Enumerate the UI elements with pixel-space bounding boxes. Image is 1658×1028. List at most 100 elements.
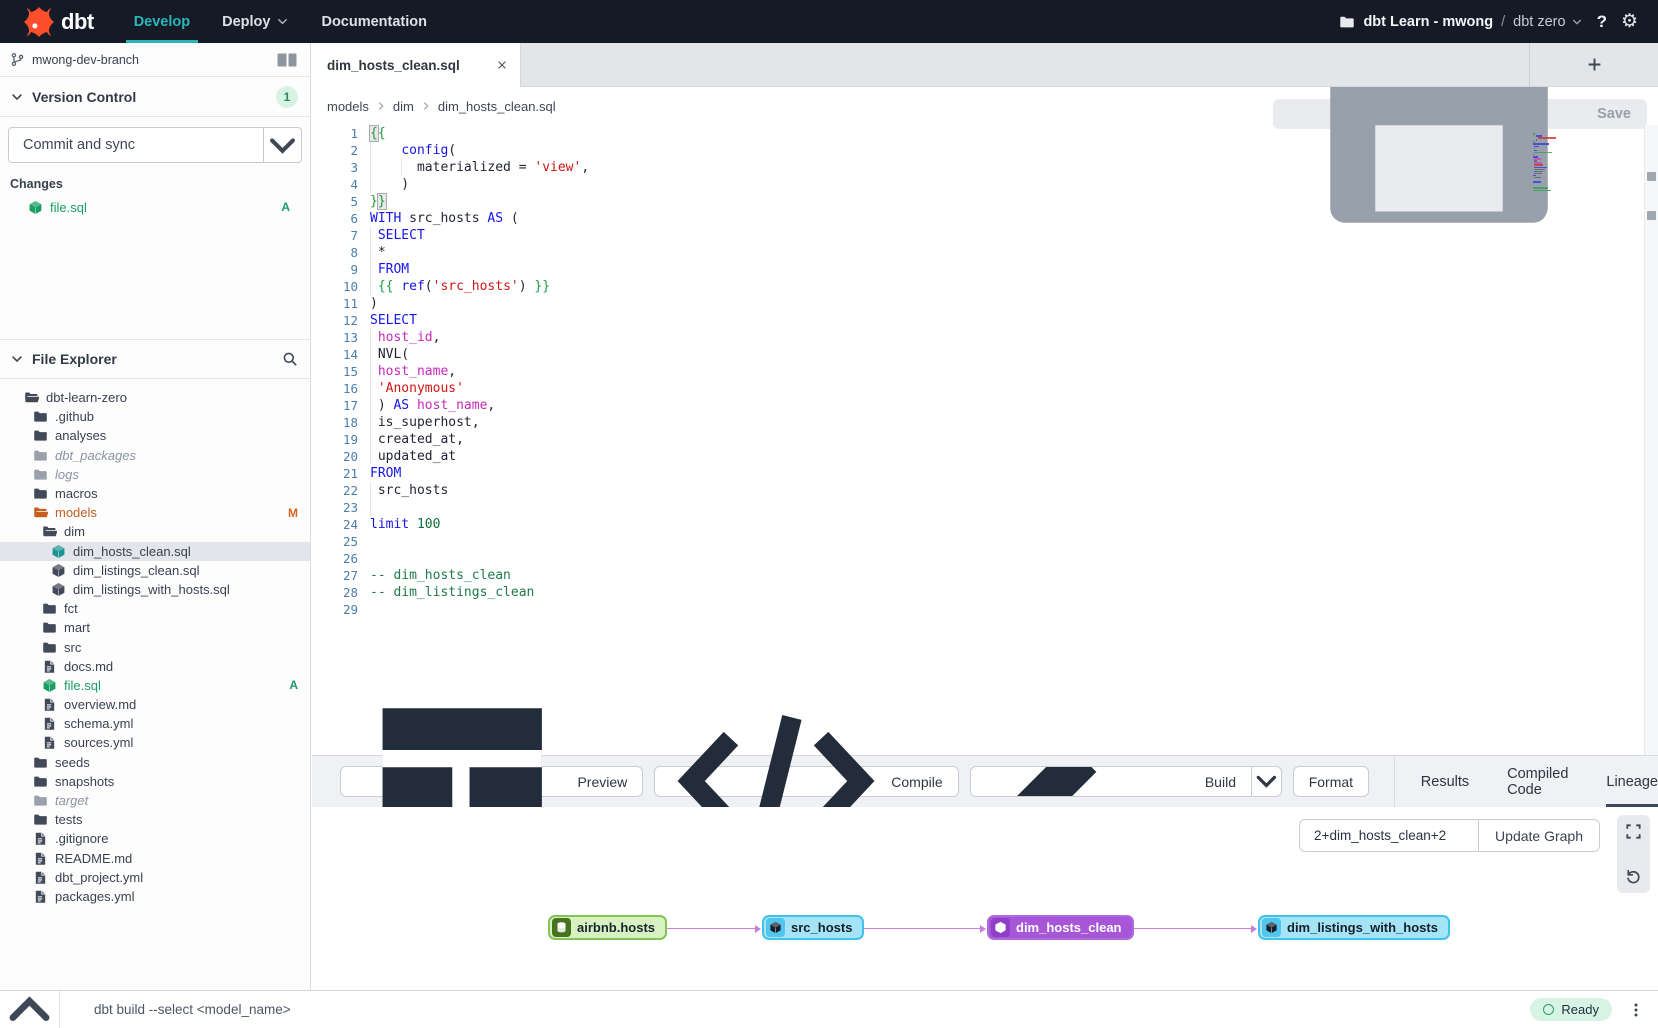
compile-button[interactable]: Compile [654,766,958,797]
tree-item-dbt-packages[interactable]: dbt_packages [0,446,310,465]
preview-button[interactable]: Preview [340,766,643,797]
git-status-badge: A [289,678,298,692]
tab-lineage[interactable]: Lineage [1606,756,1658,807]
breadcrumb-models[interactable]: models [327,99,369,114]
folder-icon [42,601,57,616]
tree-item-label: .gitignore [55,831,108,846]
line-number: 25 [312,533,358,550]
tree-item-fct[interactable]: fct [0,599,310,618]
close-icon[interactable] [496,59,508,71]
lineage-graph[interactable]: airbnb.hosts src_hosts dim_hosts_clean dim_… [312,807,1658,990]
editor-scrollbar[interactable] [1644,125,1658,755]
tree-item-docs-md[interactable]: docs.md [0,657,310,676]
line-number: 7 [312,227,358,244]
tree-item-mart[interactable]: mart [0,618,310,637]
tree-item-dim[interactable]: dim [0,522,310,541]
minimap[interactable] [1533,133,1567,194]
tree-item--gitignore[interactable]: .gitignore [0,829,310,848]
build-split-button: Build [970,766,1282,797]
tree-item-packages-yml[interactable]: packages.yml [0,887,310,906]
version-control-header[interactable]: Version Control 1 [0,77,310,117]
tree-item-label: dim_listings_with_hosts.sql [73,582,230,597]
line-number: 28 [312,584,358,601]
help-icon[interactable]: ? [1597,12,1607,32]
tab-results[interactable]: Results [1421,756,1469,807]
nav-item-deploy[interactable]: Deploy [208,0,303,43]
tree-item-analyses[interactable]: analyses [0,426,310,445]
tree-item-dbt-project-yml[interactable]: dbt_project.yml [0,868,310,887]
tree-item-snapshots[interactable]: snapshots [0,772,310,791]
build-options-caret[interactable] [1251,767,1281,796]
commit-and-sync-button[interactable]: Commit and sync [8,127,302,163]
line-number: 14 [312,346,358,363]
tree-item-dim-listings-with-hosts-sql[interactable]: dim_listings_with_hosts.sql [0,580,310,599]
folder-icon [33,467,48,482]
tree-item-overview-md[interactable]: overview.md [0,695,310,714]
sidebar: mwong-dev-branch Version Control 1 Commi… [0,43,311,990]
tree-item-logs[interactable]: logs [0,465,310,484]
tree-item-dim-hosts-clean-sql[interactable]: dim_hosts_clean.sql [0,542,310,561]
code-line-text: updated_at [370,448,456,465]
tree-item-file-sql[interactable]: file.sql A [0,676,310,695]
tree-item-label: overview.md [64,697,136,712]
kebab-menu-icon[interactable] [1628,1002,1644,1018]
tree-item--github[interactable]: .github [0,407,310,426]
gear-icon[interactable]: ⚙ [1621,12,1638,31]
lineage-node-label: dim_hosts_clean [1016,920,1122,935]
tree-item-tests[interactable]: tests [0,810,310,829]
environment-picker[interactable]: dbt zero [1513,14,1582,30]
lineage-arrowhead [755,925,761,933]
editor-tab[interactable]: dim_hosts_clean.sql [312,43,521,87]
tree-item-label: file.sql [64,678,101,693]
line-number: 10 [312,278,358,295]
code-editor[interactable]: 1{{2 config(3 materialized = 'view',4 )5… [312,125,1644,755]
file-explorer-header[interactable]: File Explorer [0,339,310,379]
code-line-text: ) [370,295,378,312]
tree-item-target[interactable]: target [0,791,310,810]
branch-row[interactable]: mwong-dev-branch [0,43,310,77]
code-line-text: ) [370,176,409,193]
tab-compiled-code[interactable]: Compiled Code [1507,756,1568,807]
lineage-node-dim-listings-with-hosts[interactable]: dim_listings_with_hosts [1258,915,1450,940]
tree-item-src[interactable]: src [0,637,310,656]
line-number: 12 [312,312,358,329]
tree-item-seeds[interactable]: seeds [0,753,310,772]
commit-options-caret[interactable] [263,128,301,162]
code-line-23: 23 [312,499,1644,516]
tree-item-readme-md[interactable]: README.md [0,849,310,868]
search-icon[interactable] [282,351,298,367]
nav-item-documentation[interactable]: Documentation [307,0,441,43]
tree-item-dbt-learn-zero[interactable]: dbt-learn-zero [0,388,310,407]
tree-item-schema-yml[interactable]: schema.yml [0,714,310,733]
tree-item-models[interactable]: modelsM [0,503,310,522]
nav-item-develop[interactable]: Develop [120,0,204,43]
project-separator: / [1501,14,1505,30]
chevron-down-icon [276,15,289,28]
format-button[interactable]: Format [1293,766,1369,797]
breadcrumb-dim[interactable]: dim [393,99,414,114]
command-bar-toggle[interactable] [0,991,60,1028]
lineage-node-dim-hosts-clean[interactable]: dim_hosts_clean [987,915,1134,940]
bottom-toolbar: Preview Compile Build Format Results Com… [312,755,1658,807]
plus-icon[interactable] [1586,56,1603,73]
code-line-12: 12SELECT [312,312,1644,329]
changed-file-row[interactable]: file.sql A [8,197,302,217]
code-line-13: 13 host_id, [312,329,1644,346]
tree-item-macros[interactable]: macros [0,484,310,503]
top-nav-right: dbt Learn - mwong / dbt zero ? ⚙ [1339,0,1658,43]
hammer-icon [986,766,1196,797]
lineage-node-src-hosts[interactable]: src_hosts [762,915,864,940]
tree-item-sources-yml[interactable]: sources.yml [0,733,310,752]
code-line-9: 9 FROM [312,261,1644,278]
breadcrumb-file[interactable]: dim_hosts_clean.sql [438,99,556,114]
docs-book-icon[interactable] [276,52,298,68]
command-input[interactable]: dbt build --select <model_name> [60,1002,1530,1017]
build-button[interactable]: Build [971,767,1251,796]
tree-item-dim-listings-clean-sql[interactable]: dim_listings_clean.sql [0,561,310,580]
lineage-node-airbnb-hosts[interactable]: airbnb.hosts [548,915,667,940]
editor[interactable]: models dim dim_hosts_clean.sql Save 1{{2… [312,87,1658,755]
project-picker[interactable]: dbt Learn - mwong / dbt zero [1339,14,1582,30]
file-icon [42,659,57,674]
line-number: 17 [312,397,358,414]
dbt-logo[interactable]: dbt [0,0,120,43]
